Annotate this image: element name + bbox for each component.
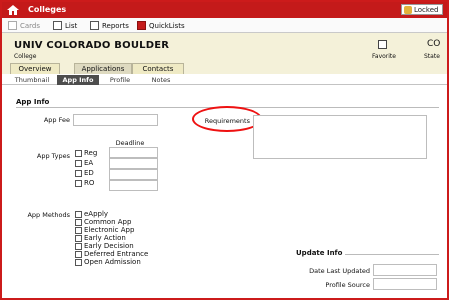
school-type: College <box>14 53 37 60</box>
app-fee-input[interactable] <box>73 114 158 126</box>
lock-icon <box>404 6 412 14</box>
deadline-ed-input[interactable] <box>109 169 158 180</box>
quicklists-button[interactable]: QuickLists <box>137 21 185 31</box>
method-electronic-app-label: Electronic App <box>84 226 135 234</box>
cards-button[interactable]: Cards <box>8 21 40 31</box>
method-open-admission-checkbox[interactable] <box>75 259 82 266</box>
favorite-label: Favorite <box>372 53 396 60</box>
app-methods-label: App Methods <box>27 211 70 219</box>
requirements-textarea[interactable] <box>253 115 427 159</box>
section-title: App Info <box>16 98 50 106</box>
app-types-label: App Types <box>36 152 70 160</box>
tab-applications[interactable]: Applications <box>74 63 132 74</box>
quicklists-label: QuickLists <box>149 22 185 30</box>
deadline-ea-input[interactable] <box>109 158 158 169</box>
tab-overview[interactable]: Overview <box>10 63 60 74</box>
app-type-ea-label: EA <box>84 159 94 167</box>
app-type-ed-checkbox[interactable] <box>75 170 82 177</box>
update-info-title: Update Info <box>296 249 343 257</box>
title-bar: Colleges Locked <box>2 2 447 18</box>
list-label: List <box>65 22 78 30</box>
cards-icon <box>8 21 17 30</box>
reports-button[interactable]: Reports <box>90 21 129 31</box>
subtab-profile[interactable]: Profile <box>105 75 135 85</box>
method-common-app-label: Common App <box>84 218 132 226</box>
method-early-decision-checkbox[interactable] <box>75 243 82 250</box>
method-deferred-entrance-label: Deferred Entrance <box>84 250 149 258</box>
subtab-thumbnail[interactable]: Thumbnail <box>13 75 51 85</box>
quicklists-icon <box>137 21 146 30</box>
deadline-label: Deadline <box>115 139 145 147</box>
date-last-updated-input[interactable] <box>373 264 437 276</box>
requirements-label: Requirements <box>204 117 250 125</box>
deadline-reg-input[interactable] <box>109 147 158 158</box>
method-eapply-label: eApply <box>84 210 109 218</box>
main-tabs: Overview Applications Contacts <box>2 63 447 74</box>
method-early-decision-label: Early Decision <box>84 242 134 250</box>
app-type-ro-checkbox[interactable] <box>75 180 82 187</box>
profile-source-label: Profile Source <box>325 281 370 289</box>
deadline-ro-input[interactable] <box>109 180 158 191</box>
method-deferred-entrance-checkbox[interactable] <box>75 251 82 258</box>
app-type-ea-checkbox[interactable] <box>75 160 82 167</box>
app-type-ed-label: ED <box>84 169 94 177</box>
cards-label: Cards <box>20 22 41 30</box>
method-early-action-label: Early Action <box>84 234 126 242</box>
tab-contacts[interactable]: Contacts <box>132 63 184 74</box>
favorite-checkbox[interactable] <box>378 40 387 49</box>
school-name: UNIV COLORADO BOULDER <box>14 40 170 51</box>
locked-indicator[interactable]: Locked <box>401 4 443 15</box>
update-info-divider <box>345 254 439 255</box>
app-type-ro-label: RO <box>84 179 95 187</box>
method-common-app-checkbox[interactable] <box>75 219 82 226</box>
method-open-admission-label: Open Admission <box>84 258 141 266</box>
reports-label: Reports <box>102 22 129 30</box>
reports-icon <box>90 21 99 30</box>
locked-label: Locked <box>414 6 439 14</box>
list-button[interactable]: List <box>53 21 77 31</box>
method-electronic-app-checkbox[interactable] <box>75 227 82 234</box>
subtab-app-info[interactable]: App Info <box>57 75 99 85</box>
home-icon[interactable] <box>6 4 20 16</box>
profile-source-input[interactable] <box>373 278 437 290</box>
app-type-reg-checkbox[interactable] <box>75 150 82 157</box>
method-early-action-checkbox[interactable] <box>75 235 82 242</box>
toolbar: Cards List Reports QuickLists <box>2 18 447 33</box>
state-value: CO <box>427 39 441 49</box>
app-window: Colleges Locked Cards List Reports Quick… <box>0 0 449 300</box>
app-type-reg-label: Reg <box>84 149 98 157</box>
app-fee-label: App Fee <box>43 116 70 124</box>
list-icon <box>53 21 62 30</box>
state-label: State <box>424 53 440 60</box>
window-title: Colleges <box>28 5 67 14</box>
record-header: UNIV COLORADO BOULDER College Favorite C… <box>2 33 447 63</box>
subtab-notes[interactable]: Notes <box>149 75 173 85</box>
date-last-updated-label: Date Last Updated <box>309 267 370 275</box>
sub-tabs: Thumbnail App Info Profile Notes <box>2 74 447 85</box>
method-eapply-checkbox[interactable] <box>75 211 82 218</box>
